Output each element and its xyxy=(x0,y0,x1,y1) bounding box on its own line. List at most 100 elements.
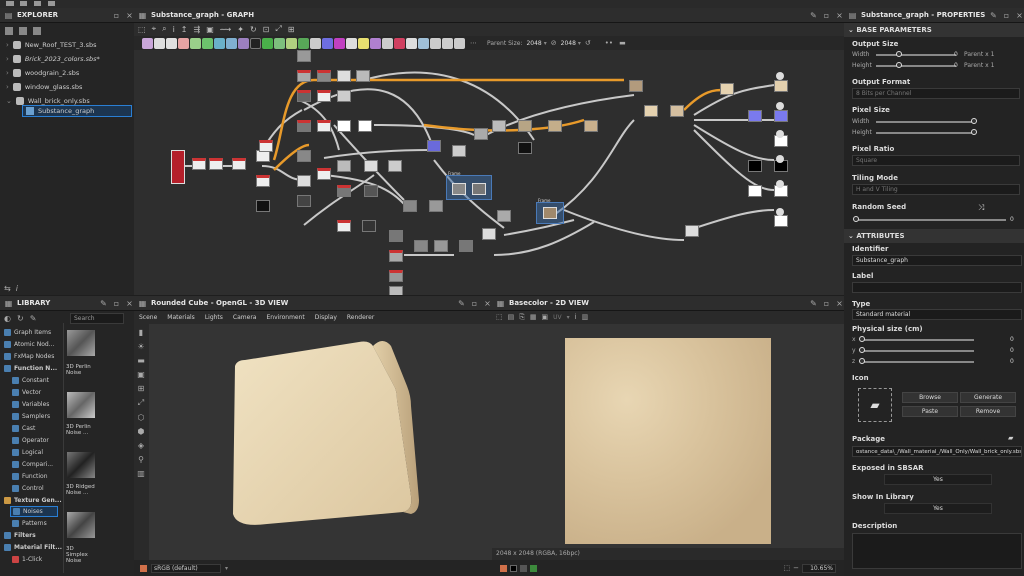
colorspace-select[interactable]: sRGB (default) xyxy=(151,563,221,573)
height-slider[interactable] xyxy=(876,65,956,67)
menu-environment[interactable]: Environment xyxy=(266,314,304,321)
graph-node[interactable] xyxy=(388,160,402,172)
pixel-height-knob[interactable] xyxy=(971,129,977,135)
thumb-3d-simplex[interactable] xyxy=(67,512,95,538)
tiling-mode-select[interactable]: H and V Tiling xyxy=(852,184,1020,195)
graph-node[interactable] xyxy=(297,120,311,132)
node-input-icon[interactable] xyxy=(406,37,417,49)
3d-viewport[interactable] xyxy=(149,324,492,560)
undock-icon[interactable]: ▫ xyxy=(112,299,121,308)
graph-node[interactable] xyxy=(472,183,486,195)
random-seed-slider[interactable] xyxy=(854,219,1006,221)
pixel-width-knob[interactable] xyxy=(971,118,977,124)
uv-toggle[interactable]: UV xyxy=(553,314,562,321)
pin-icon[interactable]: ✎ xyxy=(809,299,818,308)
graph-node[interactable] xyxy=(297,195,311,207)
tool-icon[interactable]: ⚲ xyxy=(138,455,144,464)
physical-z-knob[interactable] xyxy=(859,358,865,364)
graph-node[interactable] xyxy=(518,120,532,132)
undock-icon[interactable]: ▫ xyxy=(822,299,831,308)
align-icon[interactable]: ↥ xyxy=(181,25,188,34)
graph-node[interactable] xyxy=(362,220,376,232)
graph-node[interactable] xyxy=(543,207,557,219)
output-node[interactable] xyxy=(774,110,788,122)
show-in-library-select[interactable]: Yes xyxy=(884,503,992,514)
icon-placeholder[interactable]: ▰ xyxy=(858,388,892,422)
light-icon[interactable]: ☀ xyxy=(137,342,144,351)
graph-node[interactable] xyxy=(548,120,562,132)
graph-node[interactable] xyxy=(356,70,370,82)
graph-node[interactable] xyxy=(232,158,246,170)
graph-frame[interactable]: Frame xyxy=(536,198,564,224)
graph-item[interactable]: Substance_graph xyxy=(22,105,132,117)
node-shape-icon[interactable] xyxy=(238,37,249,49)
image-icon[interactable]: ▣ xyxy=(206,25,214,34)
thumb-3d-ridged[interactable] xyxy=(67,452,95,478)
pin-icon[interactable]: ✎ xyxy=(99,299,108,308)
menu-icon[interactable] xyxy=(6,1,14,6)
graph-node[interactable] xyxy=(685,225,699,237)
node-gradient-icon[interactable] xyxy=(274,37,285,49)
graph-node[interactable] xyxy=(297,175,311,187)
undock-icon[interactable]: ▫ xyxy=(470,299,479,308)
library-item[interactable]: 1-Click xyxy=(12,554,42,565)
env-icon[interactable]: ▬ xyxy=(137,356,145,365)
info-icon[interactable]: i xyxy=(173,25,175,34)
rotate-icon[interactable]: ↻ xyxy=(250,25,257,34)
graph-node[interactable] xyxy=(389,230,403,242)
menu-renderer[interactable]: Renderer xyxy=(347,314,374,321)
open-file-icon[interactable] xyxy=(19,27,27,35)
library-item[interactable]: Variables xyxy=(12,399,49,410)
output-node[interactable] xyxy=(748,185,762,197)
layout-icon[interactable]: ⌖ xyxy=(152,24,157,34)
pin-icon[interactable]: ✎ xyxy=(457,299,466,308)
graph-node[interactable] xyxy=(337,185,351,197)
frame-icon[interactable]: ⬚ xyxy=(138,25,146,34)
cube-icon[interactable]: ⬡ xyxy=(138,413,145,422)
graph-node[interactable] xyxy=(389,286,403,295)
graph-node[interactable] xyxy=(317,90,331,102)
node-blend-icon[interactable] xyxy=(142,37,153,49)
bg-black-icon[interactable] xyxy=(510,564,517,572)
library-item[interactable]: Compari... xyxy=(12,459,53,470)
output-node[interactable] xyxy=(748,160,762,172)
graph-node[interactable] xyxy=(482,228,496,240)
save-icon[interactable] xyxy=(20,1,27,6)
graph-node[interactable] xyxy=(497,210,511,222)
identifier-field[interactable]: Substance_graph xyxy=(852,255,1022,266)
link-size-icon[interactable]: ⊘ xyxy=(551,39,557,47)
node-transform-icon[interactable] xyxy=(226,37,237,49)
label-field[interactable] xyxy=(852,282,1022,293)
graph-node[interactable] xyxy=(317,168,331,180)
file-item[interactable]: › window_glass.sbs xyxy=(0,80,134,94)
graph-node[interactable] xyxy=(720,83,734,95)
size-select[interactable]: 2048 xyxy=(561,40,576,47)
graph-node[interactable] xyxy=(297,90,311,102)
paste-button[interactable]: Paste xyxy=(902,406,958,417)
graph-node[interactable] xyxy=(518,142,532,154)
library-item[interactable]: Filters xyxy=(4,530,36,541)
node-distance-icon[interactable] xyxy=(442,37,453,49)
node-curve-icon[interactable] xyxy=(166,37,177,49)
close-icon[interactable]: × xyxy=(835,299,844,308)
node-warp-icon[interactable] xyxy=(214,37,225,49)
browse-button[interactable]: Browse xyxy=(902,392,958,403)
scene-icon[interactable]: ⊞ xyxy=(138,384,145,393)
file-item[interactable]: › woodgrain_2.sbs xyxy=(0,66,134,80)
attributes-section[interactable]: ⌄ ATTRIBUTES xyxy=(844,229,1024,243)
close-icon[interactable]: × xyxy=(835,11,844,20)
graph-node[interactable] xyxy=(474,128,488,140)
height-slider-knob[interactable] xyxy=(896,62,902,68)
menu-display[interactable]: Display xyxy=(315,314,337,321)
node-normal-icon[interactable] xyxy=(322,37,333,49)
bookmark-icon[interactable]: ▬ xyxy=(619,39,626,47)
graph-node[interactable] xyxy=(256,200,270,212)
graph-node[interactable] xyxy=(429,200,443,212)
width-slider-knob[interactable] xyxy=(896,51,902,57)
pin-icon[interactable]: ✎ xyxy=(809,11,818,20)
thumb-3d-perlin[interactable] xyxy=(67,330,95,356)
graph-frame[interactable]: Frame xyxy=(446,171,492,200)
library-item[interactable]: Texture Gen... xyxy=(4,495,62,506)
physical-x-knob[interactable] xyxy=(859,336,865,342)
close-icon[interactable]: × xyxy=(1015,11,1024,20)
